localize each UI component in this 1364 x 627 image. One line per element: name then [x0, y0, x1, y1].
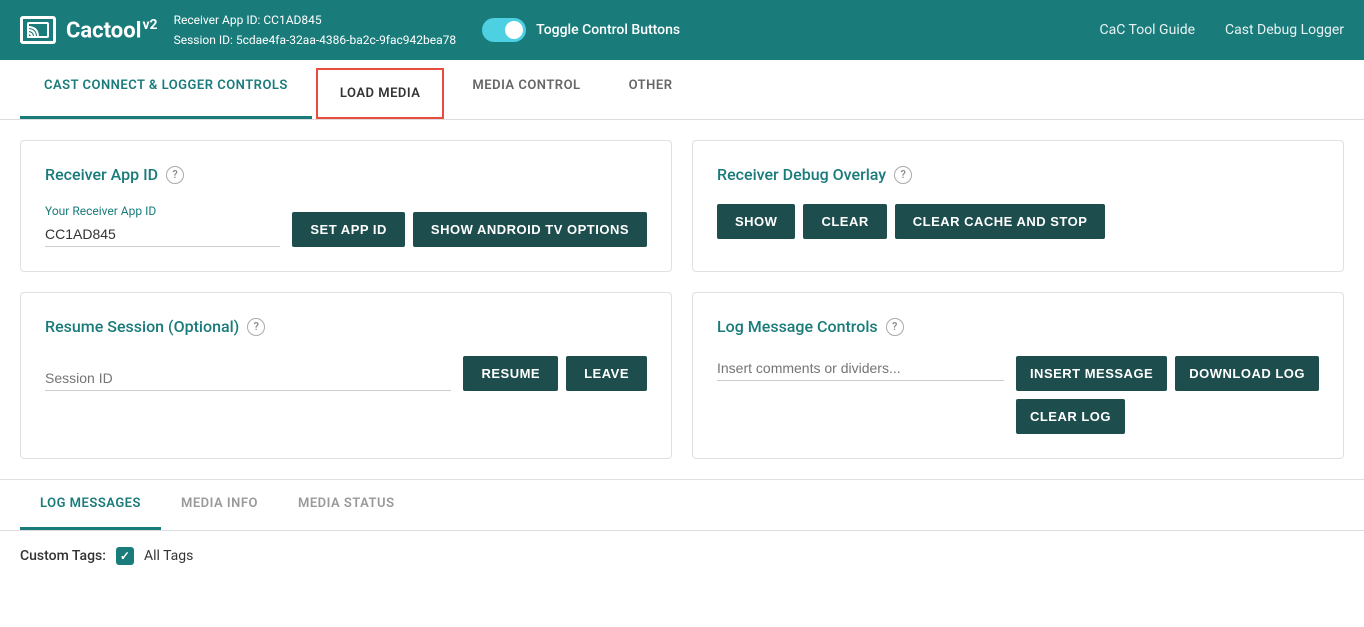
session-id-value: 5cdae4fa-32aa-4386-ba2c-9fac942bea78 [236, 33, 456, 47]
logo-text: Cactoolv2 [66, 17, 158, 43]
resume-session-card: Resume Session (Optional) ? RESUME LEAVE [20, 292, 672, 459]
custom-tags-row: Custom Tags: ✓ All Tags [0, 531, 1364, 581]
receiver-app-id-card: Receiver App ID ? Your Receiver App ID S… [20, 140, 672, 272]
log-comment-input[interactable] [717, 356, 1004, 381]
tab-cast-connect[interactable]: CAST CONNECT & LOGGER CONTROLS [20, 60, 312, 119]
log-message-body: INSERT MESSAGE DOWNLOAD LOG CLEAR LOG [717, 356, 1319, 434]
receiver-app-id-value: CC1AD845 [263, 13, 321, 27]
toggle-control[interactable]: Toggle Control Buttons [482, 18, 680, 42]
tab-load-media[interactable]: LOAD MEDIA [316, 68, 445, 119]
leave-button[interactable]: LEAVE [566, 356, 647, 391]
log-bottom-buttons: CLEAR LOG [1016, 399, 1319, 434]
all-tags-label: All Tags [144, 548, 193, 564]
header-session-info: Receiver App ID: CC1AD845 Session ID: 5c… [174, 10, 457, 51]
receiver-app-id-title: Receiver App ID ? [45, 165, 647, 184]
receiver-app-id-label: Receiver App ID: [174, 13, 261, 27]
log-message-help-icon[interactable]: ? [886, 318, 904, 336]
log-top-buttons: INSERT MESSAGE DOWNLOAD LOG [1016, 356, 1319, 391]
cac-tool-guide-link[interactable]: CaC Tool Guide [1100, 22, 1196, 38]
session-id-input-group [45, 366, 451, 391]
logo: Cactoolv2 [20, 16, 158, 44]
bottom-section: LOG MESSAGES MEDIA INFO MEDIA STATUS Cus… [0, 479, 1364, 581]
main-nav-tabs: CAST CONNECT & LOGGER CONTROLS LOAD MEDI… [0, 60, 1364, 120]
receiver-app-id-input-group: Your Receiver App ID [45, 204, 280, 247]
tab-media-info[interactable]: MEDIA INFO [161, 480, 278, 530]
receiver-debug-buttons: SHOW CLEAR CLEAR CACHE AND STOP [717, 204, 1319, 239]
tab-media-control[interactable]: MEDIA CONTROL [448, 60, 604, 119]
log-buttons-group: INSERT MESSAGE DOWNLOAD LOG CLEAR LOG [1016, 356, 1319, 434]
insert-message-button[interactable]: INSERT MESSAGE [1016, 356, 1167, 391]
resume-session-body: RESUME LEAVE [45, 356, 647, 391]
debug-show-button[interactable]: SHOW [717, 204, 795, 239]
session-id-label: Session ID: [174, 33, 233, 47]
receiver-app-id-help-icon[interactable]: ? [166, 166, 184, 184]
tab-media-status[interactable]: MEDIA STATUS [278, 480, 415, 530]
resume-session-help-icon[interactable]: ? [247, 318, 265, 336]
debug-clear-button[interactable]: CLEAR [803, 204, 886, 239]
app-header: Cactoolv2 Receiver App ID: CC1AD845 Sess… [0, 0, 1364, 60]
resume-button[interactable]: RESUME [463, 356, 558, 391]
toggle-switch[interactable] [482, 18, 526, 42]
receiver-debug-card: Receiver Debug Overlay ? SHOW CLEAR CLEA… [692, 140, 1344, 272]
log-comment-input-group [717, 356, 1004, 381]
receiver-app-id-input[interactable] [45, 222, 280, 247]
show-android-tv-button[interactable]: SHOW ANDROID TV OPTIONS [413, 212, 647, 247]
log-message-card: Log Message Controls ? INSERT MESSAGE DO… [692, 292, 1344, 459]
toggle-label: Toggle Control Buttons [536, 22, 680, 38]
cast-debug-logger-link[interactable]: Cast Debug Logger [1225, 22, 1344, 38]
log-message-title: Log Message Controls ? [717, 317, 1319, 336]
cards-grid: Receiver App ID ? Your Receiver App ID S… [20, 140, 1344, 459]
download-log-button[interactable]: DOWNLOAD LOG [1175, 356, 1319, 391]
tab-other[interactable]: OTHER [605, 60, 697, 119]
session-id-input[interactable] [45, 366, 451, 391]
resume-session-title: Resume Session (Optional) ? [45, 317, 647, 336]
receiver-app-id-buttons: SET APP ID SHOW ANDROID TV OPTIONS [292, 212, 647, 247]
tab-log-messages[interactable]: LOG MESSAGES [20, 480, 161, 530]
debug-clear-cache-button[interactable]: CLEAR CACHE AND STOP [895, 204, 1106, 239]
receiver-debug-title: Receiver Debug Overlay ? [717, 165, 1319, 184]
resume-session-buttons: RESUME LEAVE [463, 356, 647, 391]
receiver-app-id-input-label: Your Receiver App ID [45, 204, 280, 218]
receiver-app-id-body: Your Receiver App ID SET APP ID SHOW AND… [45, 204, 647, 247]
header-nav: CaC Tool Guide Cast Debug Logger [1100, 22, 1345, 38]
custom-tags-label: Custom Tags: [20, 548, 106, 564]
checkmark-icon: ✓ [120, 549, 130, 563]
set-app-id-button[interactable]: SET APP ID [292, 212, 405, 247]
main-content: Receiver App ID ? Your Receiver App ID S… [0, 120, 1364, 479]
clear-log-button[interactable]: CLEAR LOG [1016, 399, 1125, 434]
receiver-debug-help-icon[interactable]: ? [894, 166, 912, 184]
logo-icon [20, 16, 56, 44]
bottom-tabs: LOG MESSAGES MEDIA INFO MEDIA STATUS [0, 480, 1364, 531]
cast-svg-icon [27, 22, 49, 38]
all-tags-checkbox[interactable]: ✓ [116, 547, 134, 565]
